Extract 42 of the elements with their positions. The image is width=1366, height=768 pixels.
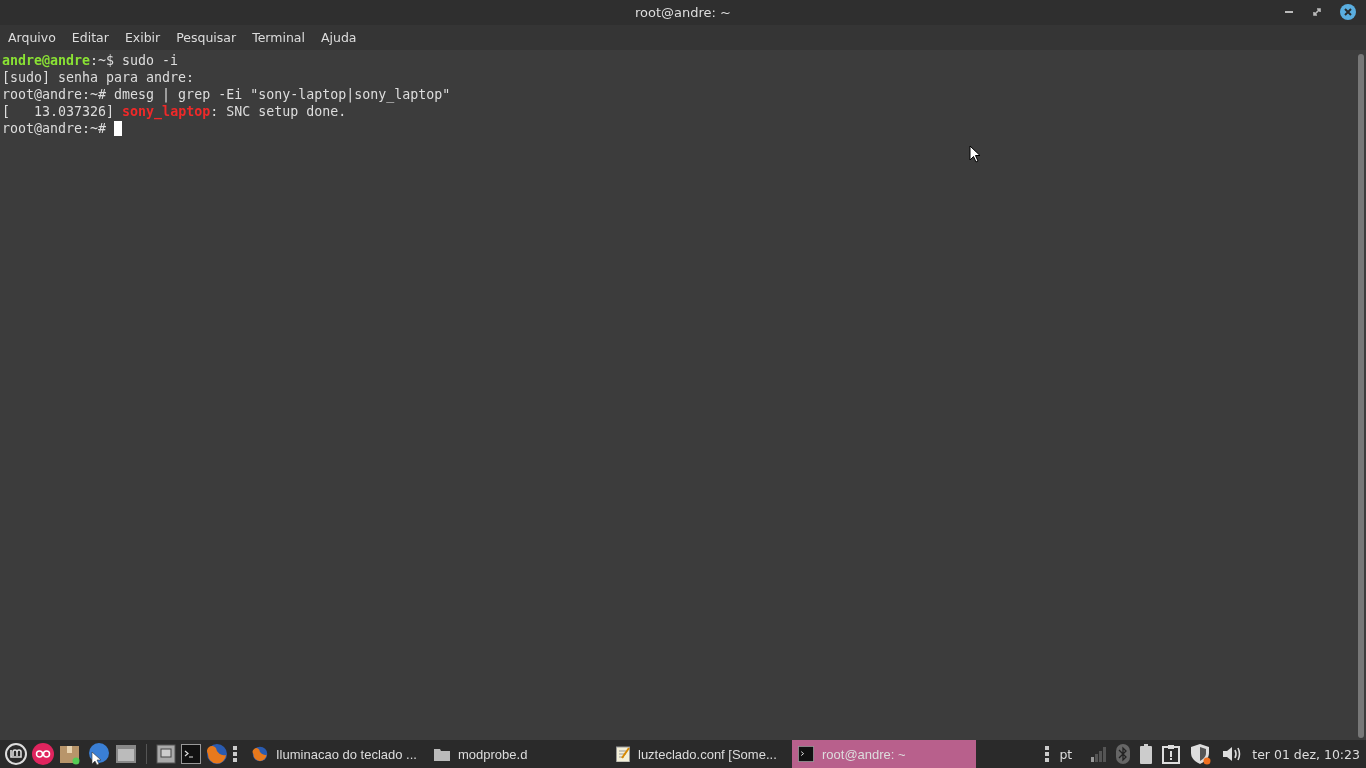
terminal-text: [ 13.037326]: [2, 103, 116, 120]
window-title: root@andre: ~: [635, 5, 731, 20]
handle-icon[interactable]: [1045, 745, 1050, 763]
two-circles-icon[interactable]: [32, 743, 54, 765]
scrollbar-thumb[interactable]: [1358, 54, 1364, 738]
globe-cursor-icon[interactable]: [86, 742, 110, 766]
shield-icon[interactable]: [1190, 743, 1213, 765]
keyboard-layout-indicator[interactable]: pt: [1059, 746, 1073, 762]
volume-icon[interactable]: [1222, 745, 1243, 763]
menu-item[interactable]: Arquivo: [8, 30, 56, 45]
package-icon[interactable]: [59, 743, 81, 765]
bluetooth-icon[interactable]: [1116, 744, 1131, 764]
menu-item[interactable]: Ajuda: [320, 30, 357, 45]
terminal-text: [sudo] senha para andre:: [2, 69, 195, 86]
menu-item[interactable]: Exibir: [124, 30, 161, 45]
terminal-text: sony_laptop: [122, 103, 211, 120]
clock[interactable]: ter 01 dez, 10:23: [1252, 746, 1360, 762]
signal-bars-icon[interactable]: [1090, 746, 1107, 762]
taskbar-window-button[interactable]: Iluminacao do teclado ...: [246, 740, 428, 768]
handle-icon[interactable]: [233, 745, 237, 763]
clipboard-alert-icon[interactable]: [1162, 744, 1181, 764]
monitor-icon[interactable]: [156, 744, 176, 764]
maximize-icon[interactable]: [1312, 7, 1322, 17]
terminal-icon: [798, 746, 814, 762]
menu-item[interactable]: Editar: [71, 30, 109, 45]
terminal-text: : SNC setup done.: [210, 103, 347, 120]
notepad-icon: [616, 746, 630, 762]
mouse-pointer-icon: [969, 145, 981, 163]
close-icon[interactable]: [1340, 4, 1356, 20]
battery-icon[interactable]: [1140, 744, 1153, 764]
terminal-text: :~$ sudo -i: [90, 52, 179, 69]
terminal-text: root@andre:~# dmesg | grep -Ei "sony-laptop|sony_laptop": [2, 86, 451, 103]
folder-icon: [434, 747, 450, 761]
menu-item[interactable]: Terminal: [252, 30, 305, 45]
terminal-text: andre@andre: [2, 52, 91, 69]
drive-icon[interactable]: [115, 744, 137, 764]
taskbar-window-button[interactable]: modprobe.d: [428, 740, 610, 768]
terminal-icon[interactable]: [181, 744, 201, 764]
terminal-text: root@andre:~#: [2, 120, 108, 137]
menu-item[interactable]: Pesquisar: [176, 30, 237, 45]
taskbar-window-button[interactable]: luzteclado.conf [Some...: [610, 740, 792, 768]
menu-logo-icon[interactable]: [5, 743, 27, 765]
